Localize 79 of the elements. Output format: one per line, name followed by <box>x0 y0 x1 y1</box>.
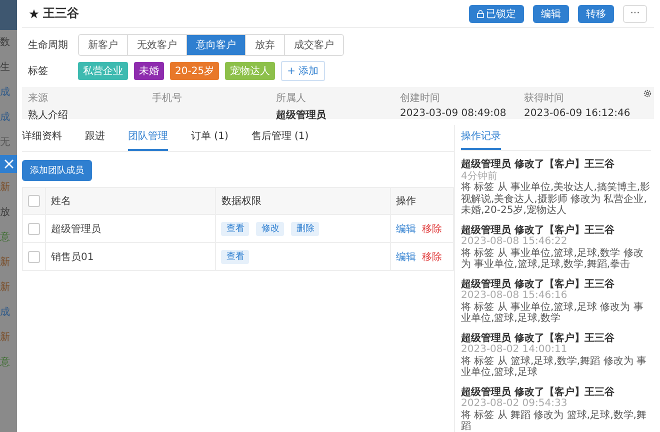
log-title: 超级管理员 修改了【客户】王三谷 <box>461 386 614 398</box>
log-time: 2023-08-02 09:54:33 <box>461 398 568 410</box>
info-value: 2023-06-09 16:12:46 <box>524 108 632 120</box>
list-label: 新 <box>0 330 10 345</box>
tab[interactable]: 订单 (1) <box>191 125 228 151</box>
column-header: 姓名 <box>51 196 71 207</box>
customer-name: 王三谷 <box>43 5 79 22</box>
close-button[interactable] <box>0 155 17 173</box>
tag: 未婚 <box>134 62 164 80</box>
log-time: 4分钟前 <box>461 170 498 182</box>
action-button[interactable]: 转移 <box>578 4 614 22</box>
column-header: 数据权限 <box>221 196 262 207</box>
log-text: 将 标签 从 事业单位,美妆达人,搞笑博主,影视解说,美食达人,摄影师 修改为 私营企业,未婚,20-25岁,宠物达人 <box>461 182 651 216</box>
checkbox[interactable] <box>28 222 40 234</box>
remove-link[interactable]: 移除 <box>422 224 442 234</box>
column-header: 操作 <box>396 196 416 207</box>
log-title: 超级管理员 修改了【客户】王三谷 <box>461 332 614 344</box>
info-label: 获得时间 <box>524 92 565 105</box>
list-label: 新 <box>0 180 10 195</box>
permission-tag: 查看 <box>221 222 250 236</box>
tab[interactable]: 团队管理 <box>128 125 168 151</box>
add-tag-button[interactable]: + 添加 <box>281 61 325 81</box>
info-value: 熟人介绍 <box>28 108 69 120</box>
log-text: 将 标签 从 事业单位,篮球,足球,数学 修改为 事业单位,篮球,足球,数学,舞蹈,拳击 <box>461 248 644 270</box>
log-time: 2023-08-08 15:46:16 <box>461 290 568 302</box>
add-member-button[interactable]: 添加团队成员 <box>22 160 92 181</box>
log-text: 将 标签 从 舞蹈 修改为 篮球,足球,数学,舞蹈 <box>461 410 648 432</box>
info-label: 创建时间 <box>400 92 441 105</box>
list-label: 生 <box>0 60 10 75</box>
field-label: 标签 <box>28 64 49 78</box>
info-value: 超级管理员 <box>276 108 327 120</box>
info-value: 2023-03-09 08:49:08 <box>400 108 508 120</box>
more-button[interactable]: ··· <box>623 4 647 22</box>
checkbox[interactable] <box>28 250 40 262</box>
tab[interactable]: 售后管理 (1) <box>251 125 309 151</box>
lock-icon <box>477 10 484 18</box>
lifecycle-option[interactable]: 意向客户 <box>187 35 246 55</box>
tab[interactable]: 操作记录 <box>461 125 501 150</box>
log-title: 超级管理员 修改了【客户】王三谷 <box>461 159 614 170</box>
list-label: 意 <box>0 230 10 245</box>
list-label: 成 <box>0 306 10 320</box>
field-label: 生命周期 <box>28 38 69 52</box>
lifecycle-option[interactable]: 新客户 <box>79 35 128 55</box>
close-icon <box>4 159 14 169</box>
star-icon[interactable] <box>29 8 39 18</box>
permission-tag: 查看 <box>221 250 250 264</box>
log-text: 将 标签 从 事业单位,篮球,足球 修改为 事业单位,篮球,足球,数学 <box>461 302 644 324</box>
list-label: 成 <box>0 110 10 125</box>
log-title: 超级管理员 修改了【客户】王三谷 <box>461 278 614 290</box>
list-label: 新 <box>0 256 10 270</box>
edit-link[interactable]: 编辑 <box>396 224 416 234</box>
header-bar <box>0 0 17 30</box>
log-text: 将 标签 从 篮球,足球,数学,舞蹈 修改为 事业单位,篮球,足球 <box>461 356 648 378</box>
tag: 20-25岁 <box>170 62 220 80</box>
permission-tag: 修改 <box>256 222 284 236</box>
checkbox[interactable] <box>28 195 40 207</box>
info-label: 手机号 <box>152 92 183 105</box>
info-label: 来源 <box>28 92 49 105</box>
log-time: 2023-08-02 14:00:11 <box>461 344 568 356</box>
list-label: 成 <box>0 86 10 100</box>
log-time: 2023-08-08 15:46:22 <box>461 236 568 248</box>
locked-button[interactable]: 已锁定 <box>469 4 524 22</box>
info-label: 所属人 <box>276 92 307 105</box>
permission-tag: 删除 <box>291 222 320 236</box>
member-name: 销售员01 <box>51 252 94 262</box>
action-button[interactable]: 编辑 <box>533 4 569 22</box>
list-label: 放 <box>0 206 10 220</box>
edit-link[interactable]: 编辑 <box>396 252 416 262</box>
tag: 宠物达人 <box>225 62 276 80</box>
member-name: 超级管理员 <box>51 224 101 234</box>
log-title: 超级管理员 修改了【客户】王三谷 <box>461 224 614 236</box>
list-label: 新 <box>0 280 10 295</box>
tag: 私营企业 <box>78 62 128 80</box>
tab[interactable]: 跟进 <box>85 125 105 151</box>
settings-icon[interactable] <box>643 89 652 98</box>
list-label: 意 <box>0 356 10 370</box>
list-label: 数 <box>0 36 10 50</box>
remove-link[interactable]: 移除 <box>422 252 442 262</box>
tab[interactable]: 详细资料 <box>22 125 62 151</box>
